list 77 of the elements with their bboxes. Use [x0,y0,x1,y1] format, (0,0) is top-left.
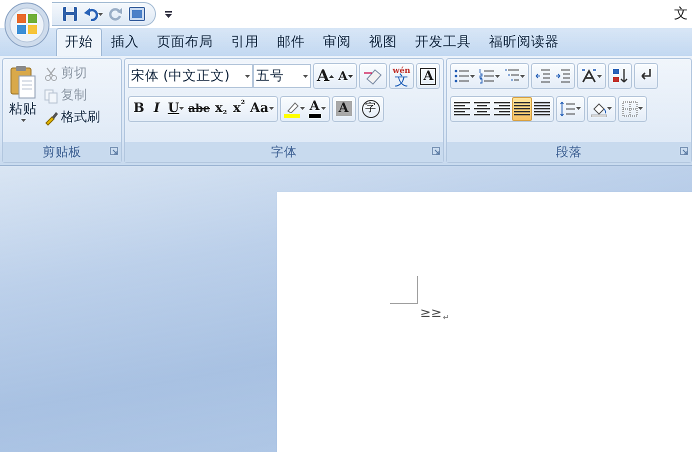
ribbon-tab[interactable]: 页面布局 [148,28,222,56]
shrink-font-button[interactable]: A [336,64,355,88]
bulleted-list-icon [454,68,470,84]
character-layout-icon [581,68,598,84]
dialog-launcher-icon[interactable] [432,147,440,155]
group-label: 剪贴板 [42,144,82,159]
paint-bucket-icon [591,100,608,116]
highlighter-icon [284,100,299,112]
down-caret-icon [348,74,353,78]
dropdown-caret-icon [302,74,308,78]
ribbon-tab[interactable]: 福昕阅读器 [480,28,568,56]
dropdown-caret-icon [300,107,305,110]
dropdown-caret-icon [320,107,326,110]
customize-icon [164,10,172,18]
copy-icon [44,88,58,104]
clipboard-brush-button[interactable]: 格式刷 [42,107,102,129]
paragraph-mark: ↵ [442,312,450,324]
ribbon-tab[interactable]: 视图 [360,28,406,56]
paintbrush-icon [44,110,58,126]
dropdown-caret-icon [495,74,500,78]
ribbon-tab[interactable]: 开始 [56,28,102,56]
grow-font-button[interactable]: A [314,64,336,88]
justify-button[interactable] [512,96,532,120]
font-color-button[interactable]: A [306,96,328,120]
dropdown-caret-icon [607,107,612,110]
scissors-icon [44,66,58,82]
clipboard-icon [10,65,36,99]
redo-icon [109,7,123,21]
script-button[interactable]: x$^{²}$ [230,96,248,120]
dialog-launcher-icon[interactable] [680,147,688,155]
italic-button[interactable]: I [148,96,166,120]
dropdown-caret-icon [597,74,602,78]
dropdown-caret-icon [576,107,582,110]
dialog-launcher-icon[interactable] [110,147,118,155]
numbered-list-icon [479,68,496,84]
dropdown-caret-icon [179,107,184,110]
align-center-icon [474,100,490,116]
align-right-icon [494,100,510,116]
group-label: 段落 [556,144,582,159]
dropdown-caret-icon [98,12,103,16]
increase-indent-icon [555,68,572,84]
ribbon-tab[interactable]: 引用 [222,28,268,56]
dropdown-caret-icon [268,107,274,110]
eraser-icon [362,67,383,85]
dropdown-caret-icon [244,74,250,78]
sort-icon [612,68,628,84]
font-size-field[interactable]: 五号 [252,64,311,88]
script-button[interactable]: x$_{₂}$ [212,96,230,120]
ribbon-tab[interactable]: 开发工具 [406,28,480,56]
up-caret-icon [329,74,334,78]
decrease-indent-icon [535,68,552,84]
ribbon-tab[interactable]: 插入 [102,28,148,56]
crop-mark [390,276,418,304]
paste-button[interactable]: 粘贴 [6,63,40,142]
group-label: 字体 [271,144,298,159]
font-name-field[interactable]: 宋体 (中文正文) [128,64,253,88]
dropdown-caret-icon [638,107,644,110]
strikethrough-button[interactable]: abe [186,96,212,120]
save-icon [62,6,78,22]
line-spacing-icon [560,100,576,116]
ribbon-tab[interactable]: 审阅 [314,28,360,56]
dropdown-caret-icon [20,119,26,122]
phonetic-guide-button[interactable]: wén 文 [390,64,412,88]
ribbon-tab[interactable]: 邮件 [268,28,314,56]
borders-icon [622,100,638,116]
dropdown-caret-icon [470,74,476,78]
distributed-icon [534,100,550,116]
dropdown-caret-icon [520,74,526,78]
change-case-button[interactable]: Aa [248,96,276,120]
bold-button[interactable]: B [130,96,148,120]
window-title: 文 [674,4,689,24]
justify-icon [514,100,530,116]
document-text: ≥≥ [420,305,442,323]
underline-button[interactable]: U [166,96,186,120]
window-icon [129,7,145,21]
undo-icon [84,7,98,21]
align-left-icon [454,100,470,116]
